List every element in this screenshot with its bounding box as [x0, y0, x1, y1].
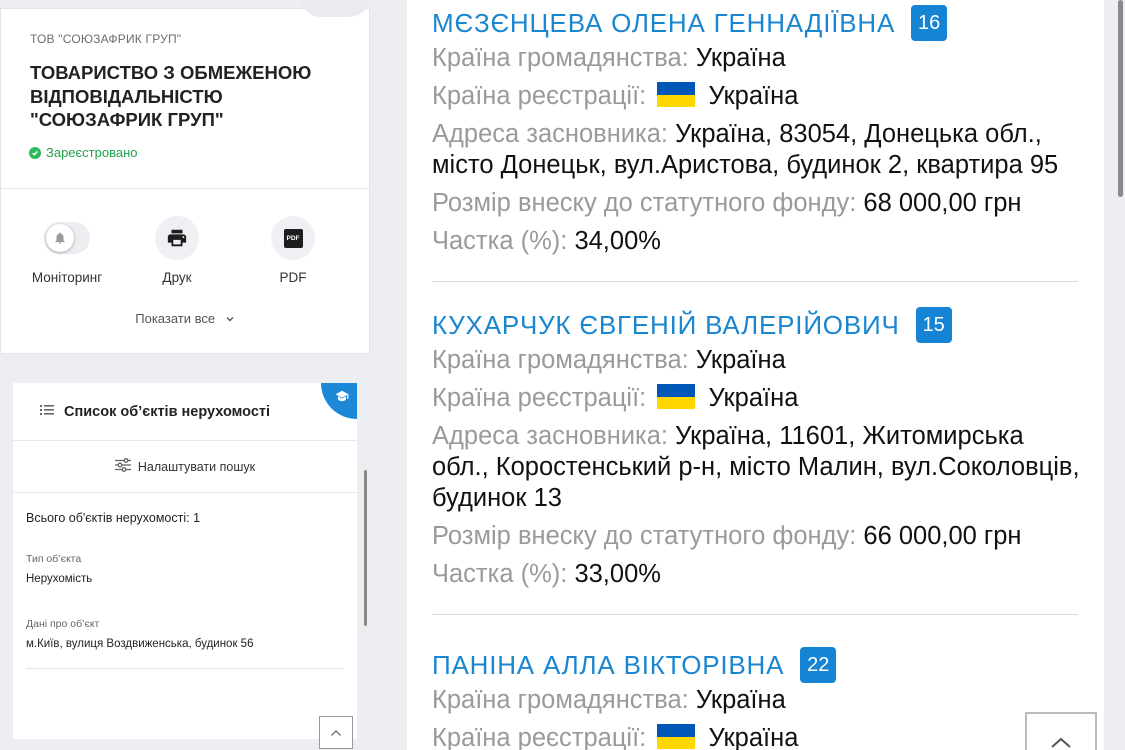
registration-value: Україна [708, 82, 799, 110]
founder-header: ПАНІНА АЛЛА ВІКТОРІВНА 22 [432, 646, 837, 684]
founder-card: КУХАРЧУК ЄВГЕНІЙ ВАЛЕРІЙОВИЧ 15 Країна г… [432, 306, 1082, 590]
citizenship-label: Країна громадянства: [432, 686, 689, 714]
founder-header: КУХАРЧУК ЄВГЕНІЙ ВАЛЕРІЙОВИЧ 15 [432, 306, 1082, 344]
search-settings-label: Налаштувати пошук [137, 459, 256, 474]
contribution-label: Розмір внеску до статутного фонду: [432, 522, 857, 550]
citizenship-label: Країна громадянства: [432, 44, 689, 72]
registration-row: Країна реєстрації: Україна [432, 81, 1082, 112]
share-value: 33,00% [574, 560, 661, 588]
address-label: Адреса засновника: [432, 120, 669, 148]
citizenship-value: Україна [695, 686, 786, 714]
object-type-value: Нерухомість [26, 573, 93, 585]
divider [26, 668, 344, 669]
contribution-label: Розмір внеску до статутного фонду: [432, 189, 857, 217]
address-row: Адреса засновника: Україна, 11601, Житом… [432, 421, 1082, 514]
share-value: 34,00% [574, 227, 661, 255]
list-icon [40, 403, 54, 421]
realty-card: Список об’єктів нерухомості Налаштувати … [13, 383, 357, 739]
contribution-value: 68 000,00 грн [863, 189, 1022, 217]
registration-row: Країна реєстрації: Україна [432, 723, 836, 750]
ukraine-flag-icon [657, 384, 696, 409]
status-text: Зареєстровано [46, 145, 138, 160]
share-label: Частка (%): [432, 560, 568, 588]
ukraine-flag-icon [657, 724, 696, 749]
share-row: Частка (%): 33,00% [432, 559, 1082, 590]
citizenship-value: Україна [695, 44, 786, 72]
card-decoration [299, 0, 371, 17]
founder-card: МЄЗЄНЦЕВА ОЛЕНА ГЕННАДІЇВНА 16 Країна гр… [432, 4, 1082, 257]
citizenship-row: Країна громадянства: Україна [432, 345, 1082, 376]
realty-header: Список об’єктів нерухомості [13, 383, 357, 441]
print-icon [155, 216, 199, 260]
founder-name-link[interactable]: КУХАРЧУК ЄВГЕНІЙ ВАЛЕРІЙОВИЧ [432, 310, 900, 341]
founder-card: ПАНІНА АЛЛА ВІКТОРІВНА 22 Країна громадя… [432, 646, 837, 750]
object-type-label: Тип об’єкта [26, 553, 82, 565]
chevron-up-icon [330, 724, 342, 742]
registration-label: Країна реєстрації: [432, 724, 647, 750]
monitoring-label: Моніторинг [31, 270, 103, 285]
founder-name-link[interactable]: ПАНІНА АЛЛА ВІКТОРІВНА [432, 650, 784, 681]
contribution-row: Розмір внеску до статутного фонду: 66 00… [432, 521, 1082, 552]
show-all-label: Показати все [135, 311, 216, 326]
company-short-name: ТОВ "СОЮЗАФРИК ГРУП" [30, 32, 182, 46]
registration-row: Країна реєстрації: Україна [432, 383, 1082, 414]
citizenship-row: Країна громадянства: Україна [432, 685, 836, 716]
search-settings-button[interactable]: Налаштувати пошук [13, 441, 357, 493]
page-scrollbar[interactable] [1118, 0, 1123, 197]
registration-label: Країна реєстрації: [432, 384, 647, 412]
citizenship-value: Україна [695, 346, 786, 374]
founder-badge[interactable]: 15 [915, 307, 952, 343]
registration-value: Україна [708, 384, 799, 412]
sliders-icon [114, 458, 131, 475]
share-label: Частка (%): [432, 227, 568, 255]
pdf-button[interactable]: PDF PDF [248, 216, 338, 285]
contribution-row: Розмір внеску до статутного фонду: 68 00… [432, 188, 1082, 219]
pdf-icon-text: PDF [283, 228, 303, 248]
chevron-down-icon [225, 312, 235, 327]
monitoring-button[interactable]: Моніторинг [22, 216, 112, 285]
company-card: ТОВ "СОЮЗАФРИК ГРУП" ТОВАРИСТВО З ОБМЕЖЕ… [0, 0, 371, 354]
print-label: Друк [162, 270, 192, 285]
object-data-value: м.Київ, вулиця Воздвиженська, будинок 56 [26, 638, 254, 650]
check-icon [29, 146, 41, 159]
address-row: Адреса засновника: Україна, 83054, Донец… [432, 119, 1082, 181]
print-button[interactable]: Друк [132, 216, 222, 285]
chevron-up-icon [1050, 736, 1072, 750]
citizenship-label: Країна громадянства: [432, 346, 689, 374]
left-sidebar: ТОВ "СОЮЗАФРИК ГРУП" ТОВАРИСТВО З ОБМЕЖЕ… [0, 0, 380, 750]
object-data-label: Дані про об’єкт [26, 618, 100, 630]
founders-panel: МЄЗЄНЦЕВА ОЛЕНА ГЕННАДІЇВНА 16 Країна гр… [407, 0, 1104, 750]
contribution-value: 66 000,00 грн [863, 522, 1022, 550]
founder-badge[interactable]: 16 [911, 5, 948, 41]
founder-badge[interactable]: 22 [800, 647, 837, 683]
ukraine-flag-icon [657, 82, 696, 107]
founder-name-link[interactable]: МЄЗЄНЦЕВА ОЛЕНА ГЕННАДІЇВНА [432, 8, 895, 39]
divider [432, 281, 1078, 282]
pdf-label: PDF [279, 270, 307, 285]
realty-scrollbar[interactable] [364, 470, 367, 626]
show-all-button[interactable]: Показати все [1, 311, 369, 327]
registration-label: Країна реєстрації: [432, 82, 647, 110]
scroll-up-button[interactable] [319, 716, 353, 749]
divider [432, 614, 1078, 615]
realty-title: Список об’єктів нерухомості [64, 403, 271, 420]
share-row: Частка (%): 34,00% [432, 226, 1082, 257]
citizenship-row: Країна громадянства: Україна [432, 43, 1082, 74]
address-label: Адреса засновника: [432, 422, 669, 450]
monitoring-toggle[interactable] [44, 222, 90, 254]
divider [1, 188, 369, 189]
pdf-icon: PDF [271, 216, 315, 260]
realty-total: Всього об'єктів нерухомості: 1 [26, 511, 201, 525]
status-badge: Зареєстровано [29, 145, 138, 160]
founder-header: МЄЗЄНЦЕВА ОЛЕНА ГЕННАДІЇВНА 16 [432, 4, 1082, 42]
company-full-name: ТОВАРИСТВО З ОБМЕЖЕНОЮ ВІДПОВІДАЛЬНІСТЮ … [30, 62, 312, 130]
bell-icon [46, 224, 74, 252]
registration-value: Україна [708, 724, 799, 750]
back-to-top-button[interactable] [1025, 712, 1097, 750]
